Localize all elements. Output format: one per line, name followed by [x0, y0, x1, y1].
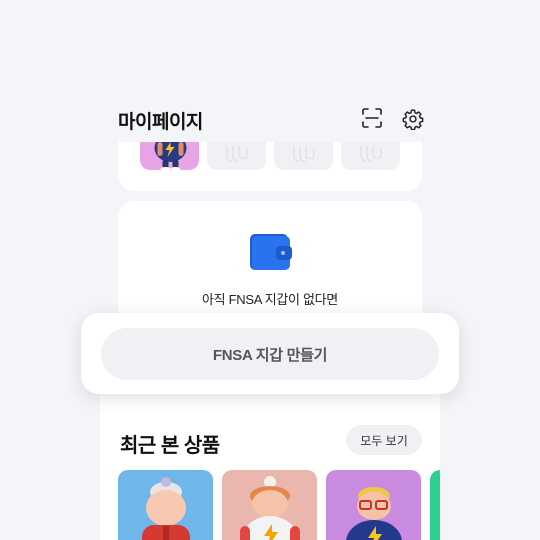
placeholder-icon — [207, 138, 266, 170]
placeholder-icon — [274, 138, 333, 170]
scan-icon[interactable] — [362, 108, 382, 128]
wallet-icon — [248, 232, 294, 272]
recent-products-section: 최근 본 상품 모두 보기 — [100, 391, 440, 540]
see-all-button[interactable]: 모두 보기 — [346, 425, 422, 455]
mypage-screen: 마이페이지 아직 FNSA 지갑이 없다면 최근 본 상품 모두 보기 — [100, 78, 440, 540]
create-wallet-sheet: FNSA 지갑 만들기 — [81, 313, 459, 394]
grandma-character[interactable] — [118, 470, 213, 540]
bolt-character[interactable] — [222, 470, 317, 540]
app-header: 마이페이지 — [100, 78, 440, 142]
section-title: 최근 본 상품 — [120, 435, 220, 457]
page-title: 마이페이지 — [118, 112, 203, 133]
gear-icon[interactable] — [402, 108, 424, 131]
glasses-character[interactable] — [326, 470, 421, 540]
character-thumb[interactable] — [140, 138, 199, 170]
placeholder-icon — [341, 138, 400, 170]
create-wallet-button[interactable]: FNSA 지갑 만들기 — [101, 328, 439, 380]
wallet-empty-text: 아직 FNSA 지갑이 없다면 — [202, 292, 338, 307]
product-thumb[interactable] — [430, 470, 440, 540]
